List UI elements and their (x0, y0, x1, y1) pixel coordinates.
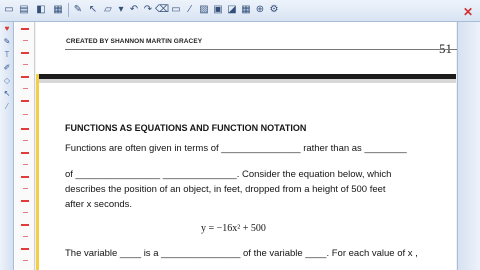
paragraph-line: after x seconds. (65, 199, 133, 210)
ruler-tick (23, 188, 28, 189)
folder-icon[interactable]: ▤ (17, 3, 31, 17)
equation: y = −16x² + 500 (201, 223, 266, 234)
section-title: FUNCTIONS AS EQUATIONS AND FUNCTION NOTA… (65, 123, 307, 133)
ruler-tick (23, 164, 28, 165)
page-edge-highlight (36, 74, 39, 270)
undo-icon[interactable]: ↶ (127, 3, 141, 17)
marker-tool-icon[interactable]: ✐ (1, 63, 13, 73)
ruler-tick (23, 212, 28, 213)
save-icon[interactable]: ◧ (34, 3, 48, 17)
ruler-tick (23, 140, 28, 141)
redo-icon[interactable]: ↷ (141, 3, 155, 17)
paragraph-line: Functions are often given in terms of __… (65, 143, 407, 154)
shapes-icon[interactable]: ▭ (169, 3, 183, 17)
zoom-icon[interactable]: ⊕ (253, 3, 267, 17)
ruler-tick (23, 64, 28, 65)
ruler-tick (23, 88, 28, 89)
color-dropdown-icon[interactable]: ▾ (114, 3, 128, 17)
screen-icon[interactable]: ▣ (211, 3, 225, 17)
ruler-tick (21, 100, 29, 102)
line-icon[interactable]: ⁄ (183, 3, 197, 17)
ruler-tick (21, 28, 29, 30)
previous-page: CREATED BY SHANNON MARTIN GRACEY 51 (36, 22, 457, 74)
paragraph-line: The variable ____ is a _______________ o… (65, 248, 418, 259)
ruler-tick (23, 40, 28, 41)
line-tool-icon[interactable]: ⁄ (1, 102, 13, 112)
pointer-icon[interactable]: ↖ (86, 3, 100, 17)
ruler-tick (23, 260, 28, 261)
capture-icon[interactable]: ◪ (225, 3, 239, 17)
paragraph-line: of ________________ ______________. Cons… (65, 169, 392, 180)
page-header: CREATED BY SHANNON MARTIN GRACEY (66, 38, 203, 45)
ruler-tick (21, 248, 29, 250)
new-page-icon[interactable]: ▭ (2, 3, 16, 17)
ruler-tick (21, 128, 29, 130)
ruler-tick (21, 76, 29, 78)
close-icon[interactable]: ✕ (458, 4, 478, 20)
options-icon[interactable]: ⚙ (267, 3, 281, 17)
document-page: FUNCTIONS AS EQUATIONS AND FUNCTION NOTA… (36, 83, 456, 270)
select-tool-icon[interactable]: ↖ (1, 89, 13, 99)
toolbar-separator (68, 3, 69, 17)
eraser-icon[interactable]: ⌫ (155, 3, 169, 17)
table-icon[interactable]: ▦ (239, 3, 253, 17)
image-icon[interactable]: ▨ (197, 3, 211, 17)
highlighter-icon[interactable]: ▱ (101, 3, 115, 17)
ruler-tick (21, 176, 29, 178)
scrollbar[interactable] (457, 22, 480, 270)
grid-icon[interactable]: ▦ (51, 3, 65, 17)
header-divider (65, 49, 457, 50)
paragraph-line: describes the position of an object, in … (65, 184, 386, 195)
shape-tool-icon[interactable]: ◇ (1, 76, 13, 86)
text-tool-icon[interactable]: T (1, 50, 13, 60)
ruler-tick (21, 200, 29, 202)
heart-icon[interactable]: ♥ (1, 24, 13, 34)
side-toolbar: ♥ ✎ T ✐ ◇ ↖ ⁄ (0, 22, 14, 270)
pen-tool-icon[interactable]: ✎ (1, 37, 13, 47)
pen-icon[interactable]: ✎ (71, 3, 85, 17)
ruler-tick (21, 152, 29, 154)
ruler-tick (21, 52, 29, 54)
ruler-tick (21, 224, 29, 226)
toolbar: ▭ ▤ ◧ ▦ ✎ ↖ ▱ ▾ ↶ ↷ ⌫ ▭ ⁄ ▨ ▣ ◪ ▦ ⊕ ⚙ (0, 0, 480, 22)
ruler-tick (23, 236, 28, 237)
vertical-ruler (15, 22, 35, 270)
ruler-tick (23, 114, 28, 115)
